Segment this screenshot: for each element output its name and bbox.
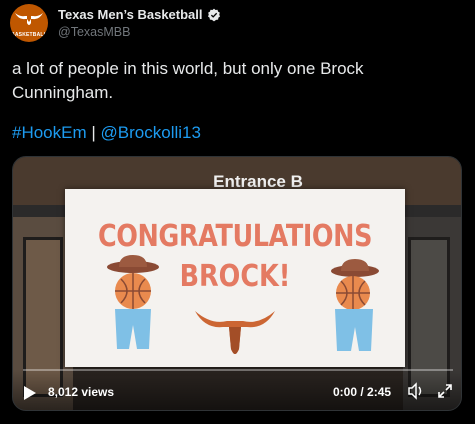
- congratulations-poster: CONGRATULATIONS BROCK!: [65, 189, 405, 367]
- longhorn-icon: [195, 311, 275, 354]
- poster-line1: CONGRATULATIONS: [97, 219, 373, 254]
- play-icon[interactable]: [23, 385, 37, 401]
- tweet-text: a lot of people in this world, but only …: [12, 59, 364, 102]
- avatar-text: BASKETBALL: [11, 32, 47, 38]
- separator: |: [91, 123, 96, 142]
- handle[interactable]: @TexasMBB: [58, 25, 130, 39]
- tweet-header: BASKETBALL Texas Men’s Basketball @Texas…: [10, 4, 470, 44]
- view-count: 8,012 views: [48, 385, 115, 399]
- display-name[interactable]: Texas Men’s Basketball: [58, 7, 203, 22]
- tweet-tags: #HookEm | @Brockolli13: [12, 122, 201, 144]
- video-time: 0:00 / 2:45: [333, 385, 392, 399]
- volume-icon[interactable]: [407, 382, 425, 400]
- video-player[interactable]: Entrance B CONGRATULATIONS BROCK! 8,012 …: [12, 156, 462, 411]
- progress-bar[interactable]: [23, 369, 453, 371]
- fullscreen-icon[interactable]: [437, 383, 453, 399]
- longhorn-logo-icon: [15, 13, 43, 25]
- tweet: BASKETBALL Texas Men’s Basketball @Texas…: [0, 0, 475, 424]
- cowboy-basketball-left-icon: [107, 255, 159, 349]
- mention-link[interactable]: @Brockolli13: [101, 123, 201, 142]
- video-controls: 8,012 views 0:00 / 2:45: [13, 369, 461, 410]
- hashtag-link[interactable]: #HookEm: [12, 123, 87, 142]
- name-row: Texas Men’s Basketball: [58, 7, 221, 22]
- avatar[interactable]: BASKETBALL: [10, 4, 48, 42]
- verified-badge-icon: [207, 8, 220, 21]
- cowboy-basketball-right-icon: [331, 259, 379, 351]
